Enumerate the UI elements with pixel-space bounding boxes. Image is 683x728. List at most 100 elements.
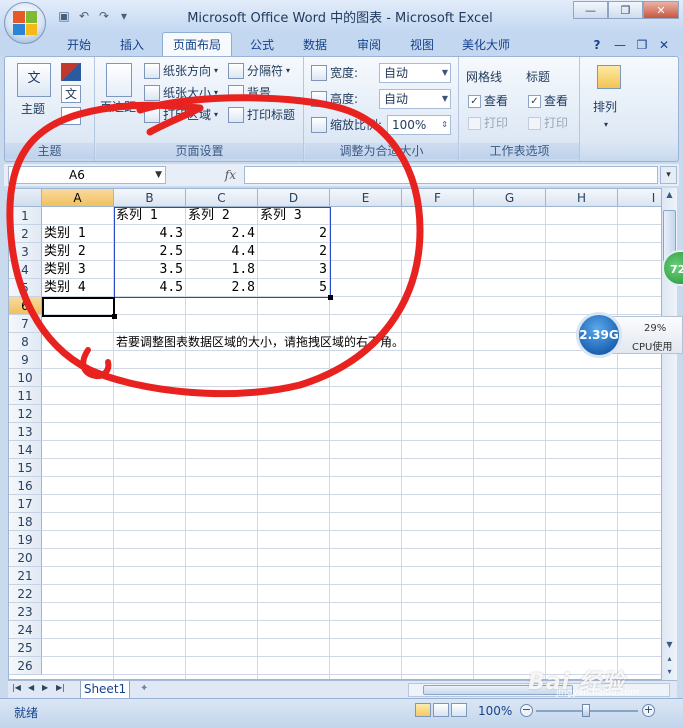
row-header-6[interactable]: 6: [9, 297, 42, 315]
zoom-slider-knob[interactable]: [582, 704, 590, 717]
zoom-in-icon[interactable]: +: [642, 704, 655, 717]
row-header-9[interactable]: 9: [9, 351, 42, 369]
ribbon-minimize-button[interactable]: —: [612, 34, 628, 56]
tab-beautify[interactable]: 美化大师: [456, 34, 516, 56]
row-header-23[interactable]: 23: [9, 603, 42, 621]
formula-input[interactable]: [244, 166, 658, 184]
size-button[interactable]: 纸张大小 ▾: [144, 83, 218, 103]
prev-sheet-icon[interactable]: ◀: [28, 683, 34, 692]
headings-view-checkbox[interactable]: ✓ 查看: [528, 91, 568, 111]
category-cell[interactable]: 类别 2: [44, 243, 114, 261]
row-header-12[interactable]: 12: [9, 405, 42, 423]
column-header-f[interactable]: F: [402, 189, 474, 207]
breaks-button[interactable]: 分隔符 ▾: [228, 61, 290, 81]
prev-page-icon[interactable]: ▴: [662, 652, 677, 666]
redo-icon[interactable]: ↷: [96, 8, 112, 24]
category-cell[interactable]: 类别 4: [44, 279, 114, 297]
save-icon[interactable]: ▣: [56, 8, 72, 24]
last-sheet-icon[interactable]: ▶|: [56, 683, 65, 692]
scale-spinner[interactable]: 100% ⇕: [387, 115, 451, 135]
expand-formula-bar-button[interactable]: ▾: [660, 166, 677, 184]
headings-print-checkbox[interactable]: 打印: [528, 113, 568, 133]
row-header-26[interactable]: 26: [9, 657, 42, 675]
row-header-20[interactable]: 20: [9, 549, 42, 567]
row-header-4[interactable]: 4: [9, 261, 42, 279]
column-header-g[interactable]: G: [474, 189, 546, 207]
column-header-e[interactable]: E: [330, 189, 402, 207]
row-header-10[interactable]: 10: [9, 369, 42, 387]
row-header-5[interactable]: 5: [9, 279, 42, 297]
orientation-button[interactable]: 纸张方向 ▾: [144, 61, 218, 81]
margins-icon[interactable]: [106, 63, 132, 97]
gridlines-view-checkbox[interactable]: ✓ 查看: [468, 91, 508, 111]
themes-button[interactable]: 主题: [21, 99, 45, 119]
row-header-24[interactable]: 24: [9, 621, 42, 639]
category-cell[interactable]: 类别 3: [44, 261, 114, 279]
themes-icon[interactable]: 文: [17, 63, 51, 97]
sheet-tab[interactable]: Sheet1: [80, 681, 130, 699]
row-header-22[interactable]: 22: [9, 585, 42, 603]
page-layout-view-icon[interactable]: [433, 703, 449, 717]
row-header-2[interactable]: 2: [9, 225, 42, 243]
zoom-level[interactable]: 100%: [478, 704, 512, 718]
row-header-16[interactable]: 16: [9, 477, 42, 495]
row-header-17[interactable]: 17: [9, 495, 42, 513]
tab-review[interactable]: 审阅: [350, 34, 388, 56]
height-dropdown[interactable]: 自动 ▼: [379, 89, 451, 109]
tab-home[interactable]: 开始: [60, 34, 98, 56]
scroll-down-icon[interactable]: ▼: [662, 638, 677, 652]
tab-page-layout[interactable]: 页面布局: [162, 32, 232, 57]
background-button[interactable]: 背景: [228, 83, 271, 103]
arrange-icon[interactable]: [597, 65, 621, 89]
column-header-i[interactable]: I: [618, 189, 661, 207]
row-header-21[interactable]: 21: [9, 567, 42, 585]
chevron-down-icon[interactable]: ▾: [604, 115, 608, 135]
page-break-view-icon[interactable]: [451, 703, 467, 717]
row-header-8[interactable]: 8: [9, 333, 42, 351]
width-dropdown[interactable]: 自动 ▼: [379, 63, 451, 83]
office-button[interactable]: [4, 2, 46, 44]
fill-handle[interactable]: [112, 314, 117, 319]
normal-view-icon[interactable]: [415, 703, 431, 717]
row-header-3[interactable]: 3: [9, 243, 42, 261]
insert-sheet-icon[interactable]: ✦: [140, 683, 156, 696]
close-button[interactable]: ✕: [643, 1, 679, 19]
undo-icon[interactable]: ↶: [76, 8, 92, 24]
column-header-d[interactable]: D: [258, 189, 330, 207]
row-header-15[interactable]: 15: [9, 459, 42, 477]
tab-data[interactable]: 数据: [296, 34, 334, 56]
select-all-button[interactable]: [9, 189, 42, 207]
margins-button[interactable]: 页边距: [100, 97, 136, 117]
column-header-h[interactable]: H: [546, 189, 618, 207]
tab-view[interactable]: 视图: [404, 34, 440, 56]
row-header-18[interactable]: 18: [9, 513, 42, 531]
fx-icon[interactable]: fx: [225, 168, 236, 182]
row-header-1[interactable]: 1: [9, 207, 42, 225]
row-header-25[interactable]: 25: [9, 639, 42, 657]
print-area-button[interactable]: 打印区域 ▾: [144, 105, 218, 125]
theme-fonts-icon[interactable]: 文: [61, 85, 81, 103]
column-header-b[interactable]: B: [114, 189, 186, 207]
gridlines-print-checkbox[interactable]: 打印: [468, 113, 508, 133]
tab-formulas[interactable]: 公式: [244, 34, 280, 56]
chevron-down-icon[interactable]: ▾: [116, 8, 132, 24]
theme-colors-icon[interactable]: [61, 63, 81, 81]
active-cell[interactable]: [42, 297, 115, 317]
print-titles-button[interactable]: 打印标题: [228, 105, 295, 125]
row-header-11[interactable]: 11: [9, 387, 42, 405]
ribbon-restore-button[interactable]: ❐: [634, 34, 650, 56]
next-sheet-icon[interactable]: ▶: [42, 683, 48, 692]
next-page-icon[interactable]: ▾: [662, 665, 677, 679]
zoom-out-icon[interactable]: −: [520, 704, 533, 717]
row-header-14[interactable]: 14: [9, 441, 42, 459]
row-header-19[interactable]: 19: [9, 531, 42, 549]
row-header-7[interactable]: 7: [9, 315, 42, 333]
scroll-up-icon[interactable]: ▲: [662, 188, 677, 202]
arrange-button[interactable]: 排列: [593, 97, 617, 117]
worksheet-grid[interactable]: ABCDEFGHI 1 2 3 4 5 6 7 8 9 10 11 12 13 14 15 16 17 18 19 2…: [8, 188, 662, 680]
range-resize-handle[interactable]: [328, 295, 333, 300]
minimize-button[interactable]: —: [573, 1, 608, 19]
ribbon-close-button[interactable]: ✕: [656, 34, 672, 56]
tab-insert[interactable]: 插入: [112, 34, 152, 56]
theme-effects-icon[interactable]: [61, 107, 81, 125]
